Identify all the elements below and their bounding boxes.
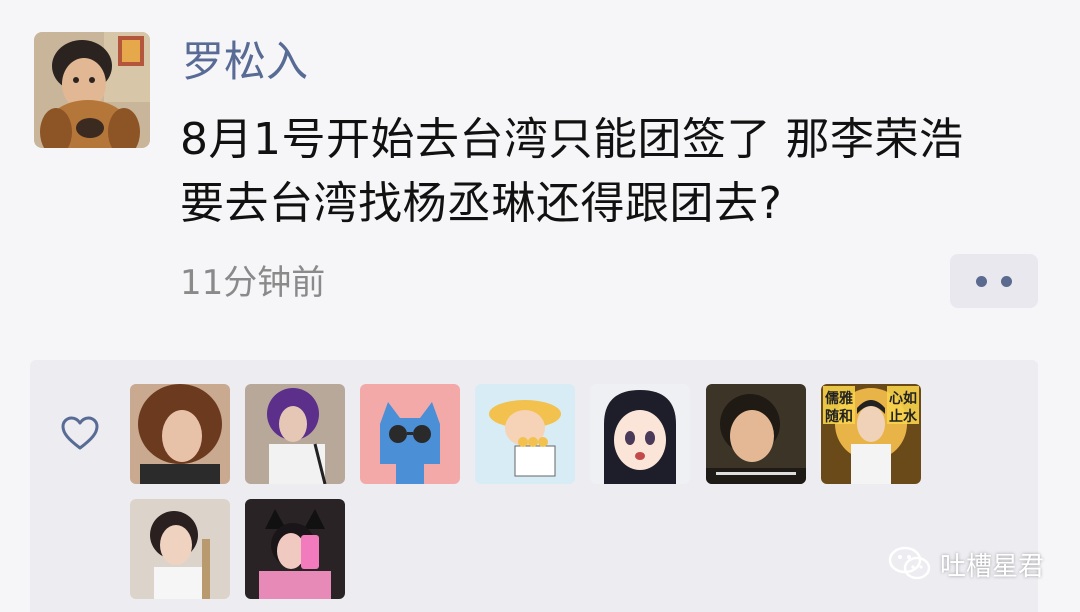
author-avatar[interactable] [34,32,150,148]
post-text-line-2: 要去台湾找杨丞琳还得跟团去? [180,178,783,229]
more-actions-button[interactable] [950,254,1038,308]
watermark-label: 吐槽星君 [940,551,1045,582]
more-dots-icon [976,275,987,287]
post-text: 8月1号开始去台湾只能团签了 那李荣浩 要去台湾找杨丞琳还得跟团去? [180,108,1060,236]
liker-avatar[interactable] [245,384,345,484]
meme-caption: 心如 [889,391,917,407]
liker-avatar[interactable] [130,384,230,484]
watermark: 吐槽星君 [888,544,1044,584]
liker-avatar[interactable] [245,499,345,599]
post-timestamp: 11分钟前 [180,263,326,303]
liker-avatar[interactable] [590,384,690,484]
author-name[interactable]: 罗松入 [182,32,308,92]
meme-caption: 儒雅 [825,391,853,407]
more-dots-icon [1001,275,1012,287]
heart-icon [61,416,99,450]
liker-avatar[interactable] [360,384,460,484]
meme-caption: 止水 [889,409,917,425]
liker-avatar[interactable] [706,384,806,484]
liker-avatar[interactable]: 儒雅 随和 心如 止水 [821,384,921,484]
liker-avatar[interactable] [475,384,575,484]
wechat-logo-icon [888,546,931,580]
liker-avatar[interactable] [130,499,230,599]
post-text-line-1: 8月1号开始去台湾只能团签了 那李荣浩 [180,114,964,165]
meme-caption: 随和 [825,409,853,425]
